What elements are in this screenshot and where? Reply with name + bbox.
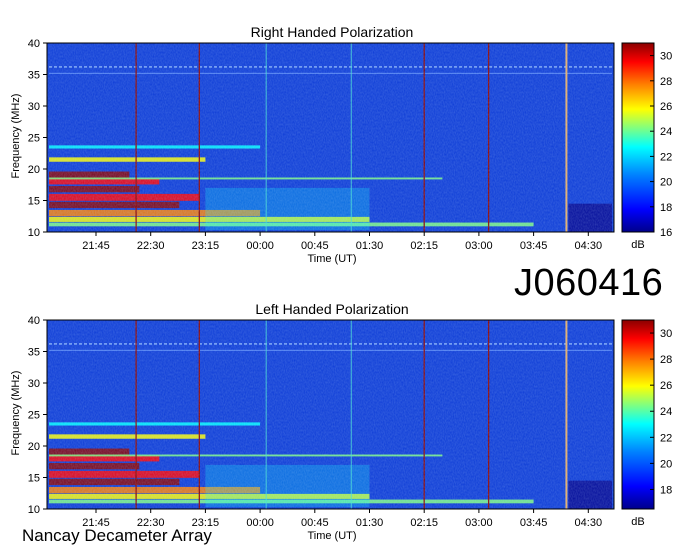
lh-cbar-tick-label: 22 <box>660 432 672 444</box>
rh-xtick-label: 21:45 <box>82 240 110 252</box>
rh-cbar-tick-label: 18 <box>660 202 672 214</box>
lh-colorbar-label: dB <box>631 516 644 528</box>
lh-xtick-label: 02:15 <box>410 517 438 529</box>
rh-heatmap-plot <box>46 42 615 233</box>
rh-ytick-label: 30 <box>28 101 40 113</box>
lh-cbar-tick-label: 30 <box>660 328 672 340</box>
panel-rh: Right Handed Polarization Frequency (MHz… <box>10 24 672 265</box>
rh-ytick-label: 10 <box>28 227 40 239</box>
lh-cbar-tick-label: 28 <box>660 354 672 366</box>
rh-title: Right Handed Polarization <box>251 24 414 40</box>
observation-id: J060416 <box>514 262 664 304</box>
rh-cbar-tick-label: 20 <box>660 177 672 189</box>
rh-cbar-tick-label: 24 <box>660 126 672 138</box>
lh-xtick-label: 01:30 <box>356 517 384 529</box>
lh-colorbar: 18 20 22 24 26 28 30 dB <box>621 319 672 528</box>
lh-xtick-label: 04:30 <box>575 517 603 529</box>
rh-xtick-label: 03:00 <box>465 240 493 252</box>
rh-xtick-label: 00:00 <box>246 240 274 252</box>
lh-cbar-tick-label: 24 <box>660 406 672 418</box>
lh-cbar-tick-label: 26 <box>660 380 672 392</box>
rh-ytick-label: 40 <box>28 38 40 50</box>
lh-xtick-label: 00:45 <box>301 517 329 529</box>
rh-ytick-label: 35 <box>28 70 40 82</box>
lh-colorbar-gradient <box>621 319 655 510</box>
lh-ytick-label: 30 <box>28 378 40 390</box>
lh-cbar-tick-label: 20 <box>660 458 672 470</box>
lh-xtick-label: 00:00 <box>246 517 274 529</box>
rh-xtick-label: 04:30 <box>575 240 603 252</box>
lh-ytick-label: 40 <box>28 315 40 327</box>
rh-cbar-tick-label: 28 <box>660 76 672 88</box>
lh-ytick-label: 10 <box>28 504 40 516</box>
lh-ytick-label: 35 <box>28 347 40 359</box>
rh-xtick-label: 02:15 <box>410 240 438 252</box>
rh-xtick-label: 22:30 <box>137 240 165 252</box>
rh-xtick-label: 23:15 <box>192 240 220 252</box>
lh-ylabel: Frequency (MHz) <box>10 371 22 456</box>
rh-cbar-tick-label: 26 <box>660 101 672 113</box>
lh-ytick-label: 15 <box>28 473 40 485</box>
rh-colorbar: 16 18 20 22 24 26 28 30 dB <box>621 42 672 251</box>
lh-xlabel: Time (UT) <box>307 530 356 542</box>
rh-ytick-label: 25 <box>28 133 40 145</box>
rh-colorbar-gradient <box>621 42 655 233</box>
rh-xlabel: Time (UT) <box>307 253 356 265</box>
lh-ytick-label: 25 <box>28 410 40 422</box>
rh-colorbar-label: dB <box>631 239 644 251</box>
rh-xtick-label: 01:30 <box>356 240 384 252</box>
lh-heatmap-plot <box>46 319 615 510</box>
rh-ytick-label: 15 <box>28 196 40 208</box>
rh-plot-texture <box>47 43 614 232</box>
lh-xtick-label: 03:00 <box>465 517 493 529</box>
lh-cbar-tick-label: 18 <box>660 484 672 496</box>
instrument-name: Nancay Decameter Array <box>22 526 212 545</box>
panel-lh: Left Handed Polarization Frequency (MHz)… <box>10 301 672 542</box>
rh-xtick-label: 00:45 <box>301 240 329 252</box>
rh-cbar-tick-label: 30 <box>660 51 672 63</box>
lh-plot-texture <box>47 320 614 509</box>
lh-xtick-label: 03:45 <box>520 517 548 529</box>
lh-title: Left Handed Polarization <box>255 301 408 317</box>
rh-cbar-tick-label: 16 <box>660 227 672 239</box>
rh-cbar-tick-label: 22 <box>660 151 672 163</box>
lh-ytick-label: 20 <box>28 441 40 453</box>
rh-ytick-label: 20 <box>28 164 40 176</box>
rh-ylabel: Frequency (MHz) <box>10 94 22 179</box>
rh-xtick-label: 03:45 <box>520 240 548 252</box>
